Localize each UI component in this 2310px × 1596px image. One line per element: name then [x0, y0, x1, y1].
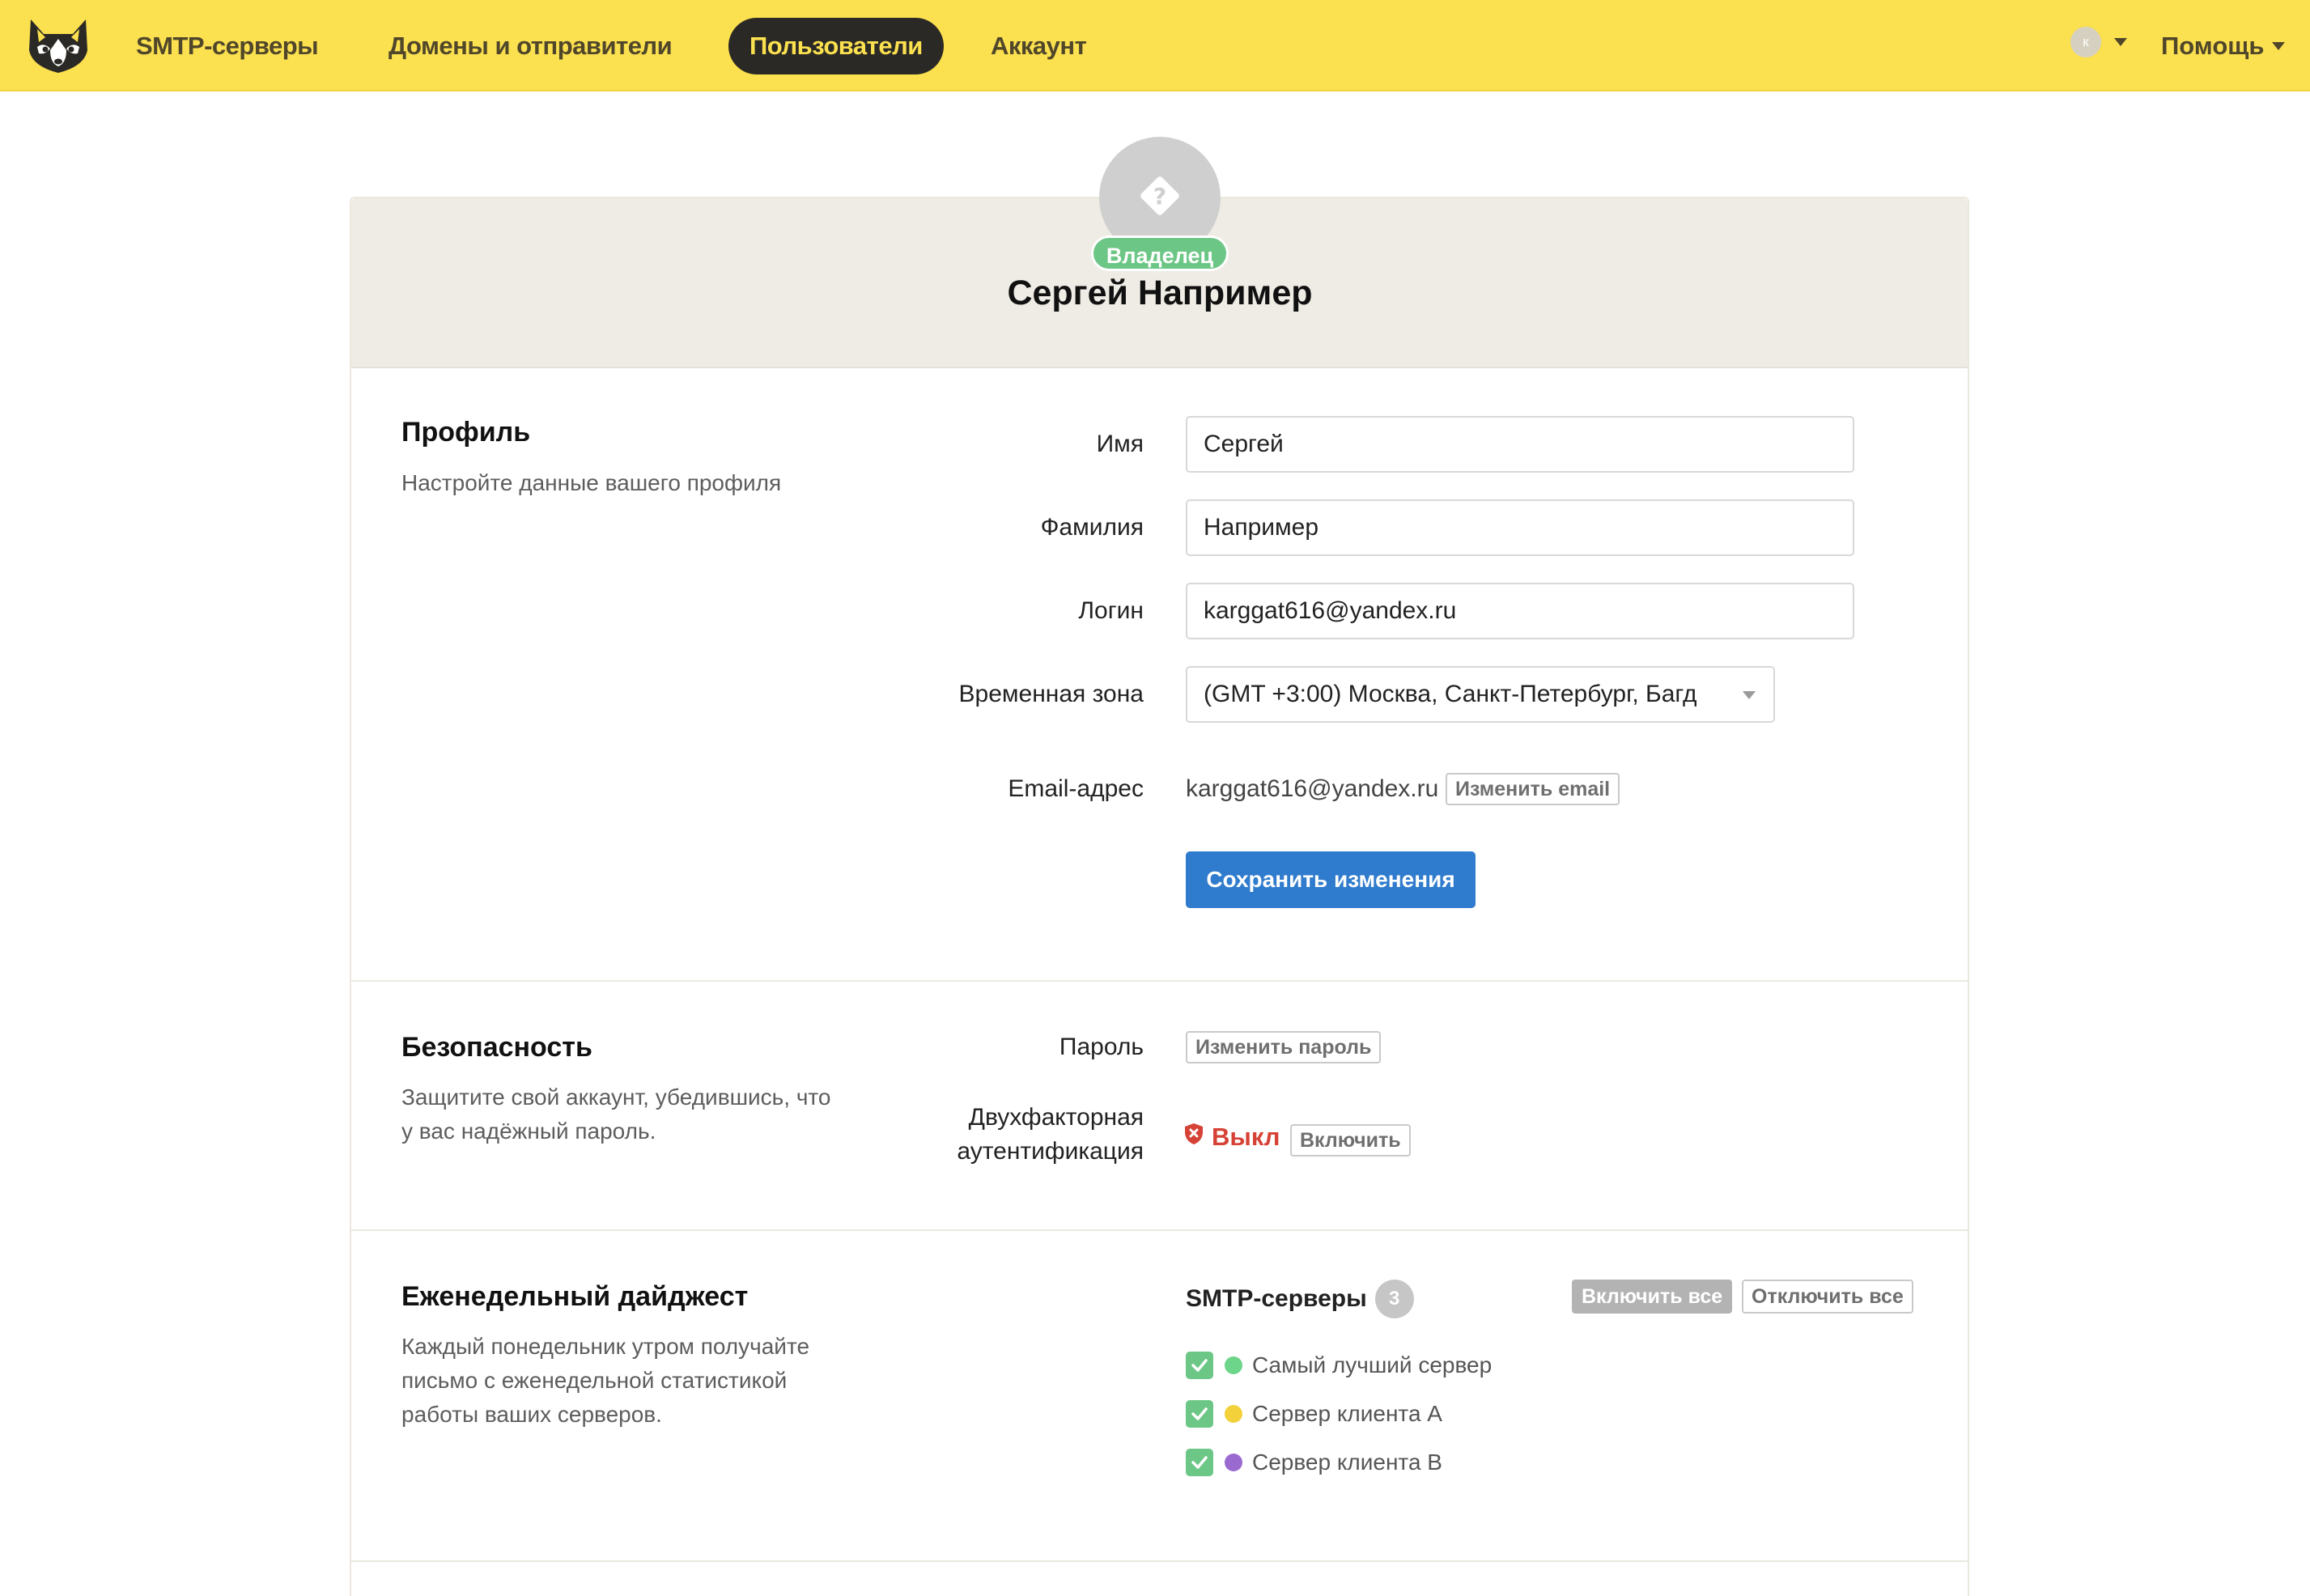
smtp-servers-label: SMTP-серверы — [1186, 1285, 1367, 1312]
nav-users[interactable]: Пользователи — [728, 18, 944, 74]
section-divider — [351, 980, 1968, 982]
enable-twofa-button[interactable]: Включить — [1290, 1124, 1411, 1157]
nav-domains-senders[interactable]: Домены и отправители — [389, 18, 673, 74]
server-name: Сервер клиента В — [1252, 1450, 1442, 1475]
help-label: Помощь — [2161, 32, 2265, 60]
smtp-servers-header: SMTP-серверы 3 — [1186, 1280, 1414, 1318]
last-name-field[interactable] — [1186, 499, 1854, 556]
chevron-down-icon — [1743, 691, 1756, 699]
shield-off-icon — [1184, 1123, 1204, 1152]
server-name: Сервер клиента А — [1252, 1401, 1442, 1426]
login-label: Логин — [1078, 597, 1144, 624]
digest-section-title: Еженедельный дайджест — [401, 1281, 749, 1312]
page-title: Сергей Например — [1007, 274, 1313, 312]
nav-account[interactable]: Аккаунт — [991, 18, 1087, 74]
security-section-title: Безопасность — [401, 1032, 592, 1063]
checkmark-icon — [1191, 1407, 1208, 1420]
timezone-select[interactable]: (GMT +3:00) Москва, Санкт-Петербург, Баг… — [1186, 666, 1775, 723]
twofa-status-label: Выкл — [1212, 1123, 1280, 1151]
server-color-dot — [1225, 1405, 1242, 1423]
section-divider — [351, 1229, 1968, 1231]
save-changes-button[interactable]: Сохранить изменения — [1186, 851, 1476, 908]
password-label: Пароль — [1059, 1034, 1144, 1060]
disable-all-button[interactable]: Отключить все — [1742, 1280, 1913, 1314]
top-navigation-bar: SMTP-серверы Домены и отправители Пользо… — [0, 0, 2310, 91]
first-name-field[interactable] — [1186, 416, 1854, 473]
digest-section-description: Каждый понедельник утром получайте письм… — [401, 1334, 810, 1427]
checkmark-icon — [1191, 1359, 1208, 1372]
timezone-selected-value: (GMT +3:00) Москва, Санкт-Петербург, Баг… — [1204, 681, 1697, 707]
husky-logo-icon[interactable] — [26, 15, 91, 76]
timezone-label: Временная зона — [958, 681, 1144, 707]
server-checkbox[interactable] — [1186, 1352, 1213, 1379]
checkmark-icon — [1191, 1456, 1208, 1469]
chevron-down-icon — [2114, 38, 2127, 46]
help-menu[interactable]: Помощь — [2161, 18, 2286, 74]
email-value: karggat616@yandex.ru — [1186, 775, 1439, 802]
server-row[interactable]: Сервер клиента В — [1186, 1446, 1442, 1479]
unknown-user-icon: ? — [1136, 172, 1184, 224]
chevron-down-icon — [2272, 42, 2286, 50]
server-row[interactable]: Самый лучший сервер — [1186, 1349, 1492, 1382]
last-name-label: Фамилия — [1040, 514, 1144, 541]
change-email-button[interactable]: Изменить email — [1446, 773, 1620, 805]
server-name: Самый лучший сервер — [1252, 1352, 1493, 1377]
servers-count-badge: 3 — [1374, 1280, 1414, 1318]
twofa-label-line1: Двухфакторная — [968, 1104, 1144, 1131]
nav-smtp-servers[interactable]: SMTP-серверы — [136, 18, 319, 74]
server-row[interactable]: Сервер клиента А — [1186, 1398, 1442, 1430]
user-avatar: к — [2070, 27, 2101, 57]
login-field[interactable] — [1186, 583, 1854, 639]
enable-all-button[interactable]: Включить все — [1572, 1280, 1733, 1314]
twofa-label-line2: аутентификация — [957, 1138, 1144, 1165]
server-checkbox[interactable] — [1186, 1449, 1213, 1476]
profile-section-title: Профиль — [401, 417, 531, 448]
user-menu[interactable]: к — [2070, 26, 2127, 58]
twofa-status: Выкл — [1184, 1123, 1280, 1152]
server-checkbox[interactable] — [1186, 1400, 1213, 1428]
profile-section-description: Настройте данные вашего профиля — [401, 470, 782, 495]
first-name-label: Имя — [1096, 431, 1144, 457]
section-divider — [351, 1560, 1968, 1562]
email-label: Email-адрес — [1008, 775, 1144, 802]
role-badge: Владелец — [1091, 236, 1229, 271]
server-color-dot — [1225, 1356, 1242, 1374]
svg-text:?: ? — [1153, 183, 1166, 210]
change-password-button[interactable]: Изменить пароль — [1186, 1031, 1382, 1063]
server-color-dot — [1225, 1454, 1242, 1471]
